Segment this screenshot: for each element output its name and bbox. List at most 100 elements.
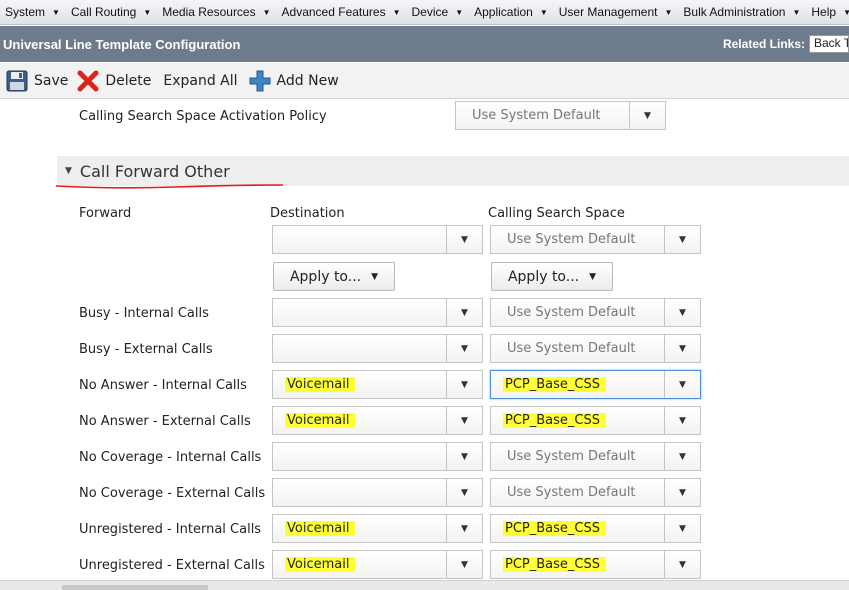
- menu-system[interactable]: System ▼: [0, 5, 66, 19]
- chevron-down-icon: ▼: [446, 371, 482, 398]
- menu-advanced-features[interactable]: Advanced Features ▼: [277, 5, 407, 19]
- css-select[interactable]: Use System Default ▼: [490, 334, 701, 363]
- highlight-mark: PCP_Base_CSS: [503, 521, 606, 536]
- select-value: [273, 335, 446, 362]
- select-value: [273, 299, 446, 326]
- css-select[interactable]: Use System Default ▼: [490, 442, 701, 471]
- delete-label: Delete: [105, 72, 152, 89]
- menu-label: Help: [811, 5, 837, 19]
- expand-all-button[interactable]: Expand All: [163, 73, 237, 89]
- add-new-label: Add New: [276, 72, 339, 89]
- caret-down-icon: ▼: [262, 7, 271, 17]
- destination-select[interactable]: Voicemail ▼: [272, 514, 483, 543]
- save-label: Save: [34, 72, 69, 89]
- apply-to-css-button[interactable]: Apply to... ▼: [491, 262, 613, 291]
- delete-button[interactable]: Delete: [77, 70, 151, 92]
- chevron-down-icon: ▼: [446, 551, 482, 578]
- chevron-down-icon: ▼: [664, 443, 700, 470]
- menu-bar: System ▼ Call Routing ▼ Media Resources ▼ A…: [0, 0, 849, 25]
- save-button[interactable]: Save: [6, 70, 68, 92]
- select-value: Use System Default: [472, 108, 601, 123]
- row-label-busy-external: Busy - External Calls: [79, 342, 213, 357]
- chevron-down-icon: ▼: [446, 407, 482, 434]
- menu-application[interactable]: Application ▼: [469, 5, 554, 19]
- select-value: PCP_Base_CSS: [491, 515, 664, 542]
- chevron-down-icon: ▼: [446, 443, 482, 470]
- css-activation-select[interactable]: Use System Default ▼: [455, 101, 666, 130]
- highlight-mark: PCP_Base_CSS: [503, 377, 606, 392]
- css-select[interactable]: PCP_Base_CSS ▼: [490, 370, 701, 399]
- css-select[interactable]: Use System Default ▼: [490, 225, 701, 254]
- select-value: [273, 479, 446, 506]
- destination-select[interactable]: ▼: [272, 298, 483, 327]
- select-value: PCP_Base_CSS: [491, 551, 664, 578]
- add-new-button[interactable]: Add New: [249, 70, 339, 92]
- chevron-down-icon: ▼: [664, 551, 700, 578]
- menu-label: Call Routing: [70, 5, 137, 19]
- menu-bulk-administration[interactable]: Bulk Administration ▼: [678, 5, 806, 19]
- highlight-mark: PCP_Base_CSS: [503, 413, 606, 428]
- menu-user-management[interactable]: User Management ▼: [554, 5, 679, 19]
- menu-call-routing[interactable]: Call Routing ▼: [66, 5, 157, 19]
- caret-down-icon: ▼: [52, 7, 60, 17]
- destination-select[interactable]: ▼: [272, 334, 483, 363]
- collapse-triangle-icon: ▼: [65, 166, 72, 176]
- select-value: Use System Default: [507, 232, 636, 247]
- row-label-no-coverage-external: No Coverage - External Calls: [79, 486, 266, 501]
- expand-all-label: Expand All: [163, 72, 238, 89]
- menu-label: Advanced Features: [281, 5, 386, 19]
- apply-to-label: Apply to...: [507, 268, 580, 285]
- chevron-down-icon: ▼: [664, 226, 700, 253]
- caret-down-icon: ▼: [392, 7, 401, 17]
- destination-select[interactable]: Voicemail ▼: [272, 550, 483, 579]
- destination-select[interactable]: ▼: [272, 478, 483, 507]
- menu-label: Media Resources: [162, 5, 256, 19]
- chevron-down-icon: ▼: [664, 479, 700, 506]
- css-activation-label: Calling Search Space Activation Policy: [79, 109, 327, 124]
- select-value: PCP_Base_CSS: [491, 371, 664, 398]
- caret-down-icon: ▼: [371, 271, 379, 282]
- row-label-no-coverage-internal: No Coverage - Internal Calls: [79, 450, 262, 465]
- select-value: [273, 226, 446, 253]
- scrollbar-thumb[interactable]: [62, 585, 208, 590]
- page-title: Universal Line Template Configuration: [3, 36, 241, 52]
- menu-label: Device: [411, 5, 449, 19]
- select-value: Voicemail: [273, 515, 446, 542]
- chevron-down-icon: ▼: [664, 371, 700, 398]
- select-value: Use System Default: [507, 305, 636, 320]
- select-value: Use System Default: [507, 485, 636, 500]
- destination-select[interactable]: ▼: [272, 442, 483, 471]
- css-select[interactable]: PCP_Base_CSS ▼: [490, 406, 701, 435]
- caret-down-icon: ▼: [589, 271, 597, 282]
- menu-label: System: [5, 5, 46, 19]
- destination-select[interactable]: Voicemail ▼: [272, 406, 483, 435]
- chevron-down-icon: ▼: [446, 299, 482, 326]
- destination-select[interactable]: ▼: [272, 225, 483, 254]
- css-select[interactable]: Use System Default ▼: [490, 478, 701, 507]
- save-icon: [6, 70, 28, 92]
- annotation-underline: [55, 184, 284, 189]
- css-select[interactable]: PCP_Base_CSS ▼: [490, 514, 701, 543]
- select-value: PCP_Base_CSS: [491, 407, 664, 434]
- plus-icon: [249, 70, 271, 92]
- column-header-forward: Forward: [79, 206, 132, 221]
- row-label-unregistered-external: Unregistered - External Calls: [79, 558, 265, 573]
- apply-to-destination-button[interactable]: Apply to... ▼: [273, 262, 395, 291]
- menu-help[interactable]: Help ▼: [806, 5, 849, 19]
- select-value: Voicemail: [273, 407, 446, 434]
- row-label-busy-internal: Busy - Internal Calls: [79, 306, 209, 321]
- related-links-select[interactable]: Back To Find/List: [809, 35, 849, 53]
- chevron-down-icon: ▼: [446, 515, 482, 542]
- destination-select[interactable]: Voicemail ▼: [272, 370, 483, 399]
- css-select[interactable]: PCP_Base_CSS ▼: [490, 550, 701, 579]
- highlight-mark: Voicemail: [285, 377, 356, 392]
- row-label-no-answer-internal: No Answer - Internal Calls: [79, 378, 247, 393]
- css-select[interactable]: Use System Default ▼: [490, 298, 701, 327]
- menu-device[interactable]: Device ▼: [407, 5, 470, 19]
- menu-media-resources[interactable]: Media Resources ▼: [157, 5, 276, 19]
- highlight-mark: PCP_Base_CSS: [503, 557, 606, 572]
- delete-x-icon: [77, 70, 99, 92]
- highlight-mark: Voicemail: [285, 413, 356, 428]
- caret-down-icon: ▼: [792, 7, 801, 17]
- chevron-down-icon: ▼: [664, 335, 700, 362]
